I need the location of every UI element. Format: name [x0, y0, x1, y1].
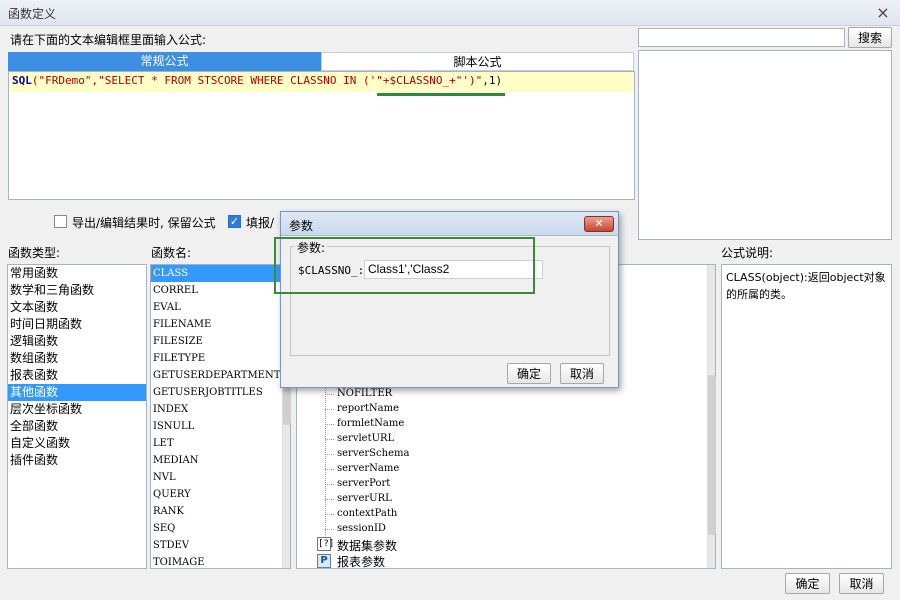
tree-connector	[325, 439, 334, 440]
function-name-item[interactable]: FILENAME	[151, 316, 290, 333]
function-type-item[interactable]: 层次坐标函数	[8, 401, 146, 418]
tree-connector	[325, 484, 334, 485]
function-name-item[interactable]: RANK	[151, 503, 290, 520]
formula-arg-sql: "SELECT * FROM STSCORE WHERE CLASSNO IN …	[98, 74, 383, 87]
function-name-item[interactable]: FILESIZE	[151, 333, 290, 350]
tree-scrollbar[interactable]	[707, 265, 716, 568]
tree-item[interactable]: reportName	[337, 401, 399, 416]
tree-connector	[325, 514, 334, 515]
function-name-item[interactable]: NVL	[151, 469, 290, 486]
function-name-item[interactable]: GETUSERDEPARTMENTS	[151, 367, 290, 384]
function-name-list[interactable]: CLASS CORREL EVAL FILENAME FILESIZE FILE…	[150, 264, 291, 569]
tree-connector	[325, 454, 334, 455]
tree-item[interactable]: serverSchema	[337, 446, 409, 461]
highlight-underline	[377, 93, 505, 96]
function-description: CLASS(object):返回object对象的所属的类。	[721, 264, 892, 569]
tree-item[interactable]: NOFILTER	[337, 386, 392, 401]
formula-line[interactable]: SQL("FRDemo","SELECT * FROM STSCORE WHER…	[9, 72, 634, 92]
tab-script-formula[interactable]: 脚本公式	[321, 52, 634, 71]
tree-item[interactable]: formletName	[337, 416, 404, 431]
dialog-ok-button[interactable]: 确定	[507, 363, 551, 384]
tree-item[interactable]: sessionID	[337, 521, 386, 536]
function-type-item[interactable]: 时间日期函数	[8, 316, 146, 333]
function-name-item[interactable]: ISNULL	[151, 418, 290, 435]
search-results[interactable]	[638, 50, 892, 240]
function-type-item[interactable]: 插件函数	[8, 452, 146, 469]
tree-connector	[325, 409, 334, 410]
dialog-close-icon[interactable]: ✕	[584, 216, 614, 232]
function-name-item[interactable]: MEDIAN	[151, 452, 290, 469]
tree-connector	[325, 529, 334, 530]
function-type-item[interactable]: 逻辑函数	[8, 333, 146, 350]
dataset-param-icon: [?]	[317, 537, 335, 551]
function-type-item-selected[interactable]: 其他函数	[8, 384, 146, 401]
function-type-item[interactable]: 自定义函数	[8, 435, 146, 452]
scroll-thumb[interactable]	[708, 375, 716, 535]
window-titlebar: 函数定义 ×	[0, 0, 900, 26]
function-name-item[interactable]: LET	[151, 435, 290, 452]
function-type-item[interactable]: 文本函数	[8, 299, 146, 316]
tree-item[interactable]: servletURL	[337, 431, 394, 446]
function-name-item[interactable]: CORREL	[151, 282, 290, 299]
function-type-item[interactable]: 常用函数	[8, 265, 146, 282]
formula-param: +$CLASSNO_+	[382, 74, 456, 87]
tree-item[interactable]: serverName	[337, 461, 399, 476]
function-name-item[interactable]: QUERY	[151, 486, 290, 503]
search-button[interactable]: 搜索	[848, 27, 892, 48]
highlight-box	[274, 237, 535, 294]
tree-connector	[325, 424, 334, 425]
function-name-header: 函数名:	[151, 246, 192, 260]
function-name-item[interactable]: SEQ	[151, 520, 290, 537]
dialog-cancel-button[interactable]: 取消	[560, 363, 604, 384]
tree-item[interactable]: serverURL	[337, 491, 392, 506]
formula-fn: SQL	[12, 74, 32, 87]
function-name-item[interactable]: STDEV	[151, 537, 290, 554]
editor-instruction: 请在下面的文本编辑框里面输入公式:	[10, 33, 207, 47]
fill-label: 填报/	[246, 216, 275, 230]
formula-tail: ,1)	[482, 74, 503, 87]
tree-connector	[325, 499, 334, 500]
description-header: 公式说明:	[721, 246, 774, 260]
ok-button[interactable]: 确定	[785, 573, 830, 594]
window-close-icon[interactable]: ×	[874, 4, 892, 22]
dialog-titlebar: 参数 ✕	[281, 212, 618, 236]
formula-arg-close: "')"	[455, 74, 483, 87]
search-input[interactable]	[638, 28, 845, 47]
function-type-item[interactable]: 全部函数	[8, 418, 146, 435]
tree-group-report-params[interactable]: 报表参数	[337, 553, 385, 570]
export-keep-formula-label: 导出/编辑结果时, 保留公式	[72, 216, 216, 230]
tree-item[interactable]: contextPath	[337, 506, 397, 521]
formula-paren: (	[31, 74, 39, 87]
function-type-header: 函数类型:	[8, 246, 61, 260]
formula-arg-db: "FRDemo"	[38, 74, 92, 87]
fill-checkbox[interactable]: ✓	[228, 215, 241, 228]
function-name-item[interactable]: TOIMAGE	[151, 554, 290, 571]
window-title: 函数定义	[8, 7, 57, 21]
dialog-title: 参数	[289, 219, 314, 233]
function-name-item[interactable]: INDEX	[151, 401, 290, 418]
tree-group-dataset-params[interactable]: 数据集参数	[337, 537, 397, 554]
function-name-item[interactable]: EVAL	[151, 299, 290, 316]
function-name-item[interactable]: FILETYPE	[151, 350, 290, 367]
tree-connector	[325, 385, 326, 535]
function-type-item[interactable]: 数组函数	[8, 350, 146, 367]
cancel-button[interactable]: 取消	[839, 573, 884, 594]
tab-normal-formula[interactable]: 常规公式	[8, 52, 321, 71]
report-param-icon: P	[317, 554, 331, 568]
function-type-item[interactable]: 报表函数	[8, 367, 146, 384]
formula-editor[interactable]: SQL("FRDemo","SELECT * FROM STSCORE WHER…	[8, 71, 635, 200]
export-keep-formula-checkbox[interactable]	[54, 215, 67, 228]
tree-item[interactable]: serverPort	[337, 476, 390, 491]
function-type-item[interactable]: 数学和三角函数	[8, 282, 146, 299]
function-name-item-selected[interactable]: CLASS	[151, 265, 290, 282]
function-name-item[interactable]: GETUSERJOBTITLES	[151, 384, 290, 401]
tree-connector	[325, 394, 334, 395]
function-type-list[interactable]: 常用函数 数学和三角函数 文本函数 时间日期函数 逻辑函数 数组函数 报表函数 …	[7, 264, 147, 569]
tree-connector	[325, 469, 334, 470]
